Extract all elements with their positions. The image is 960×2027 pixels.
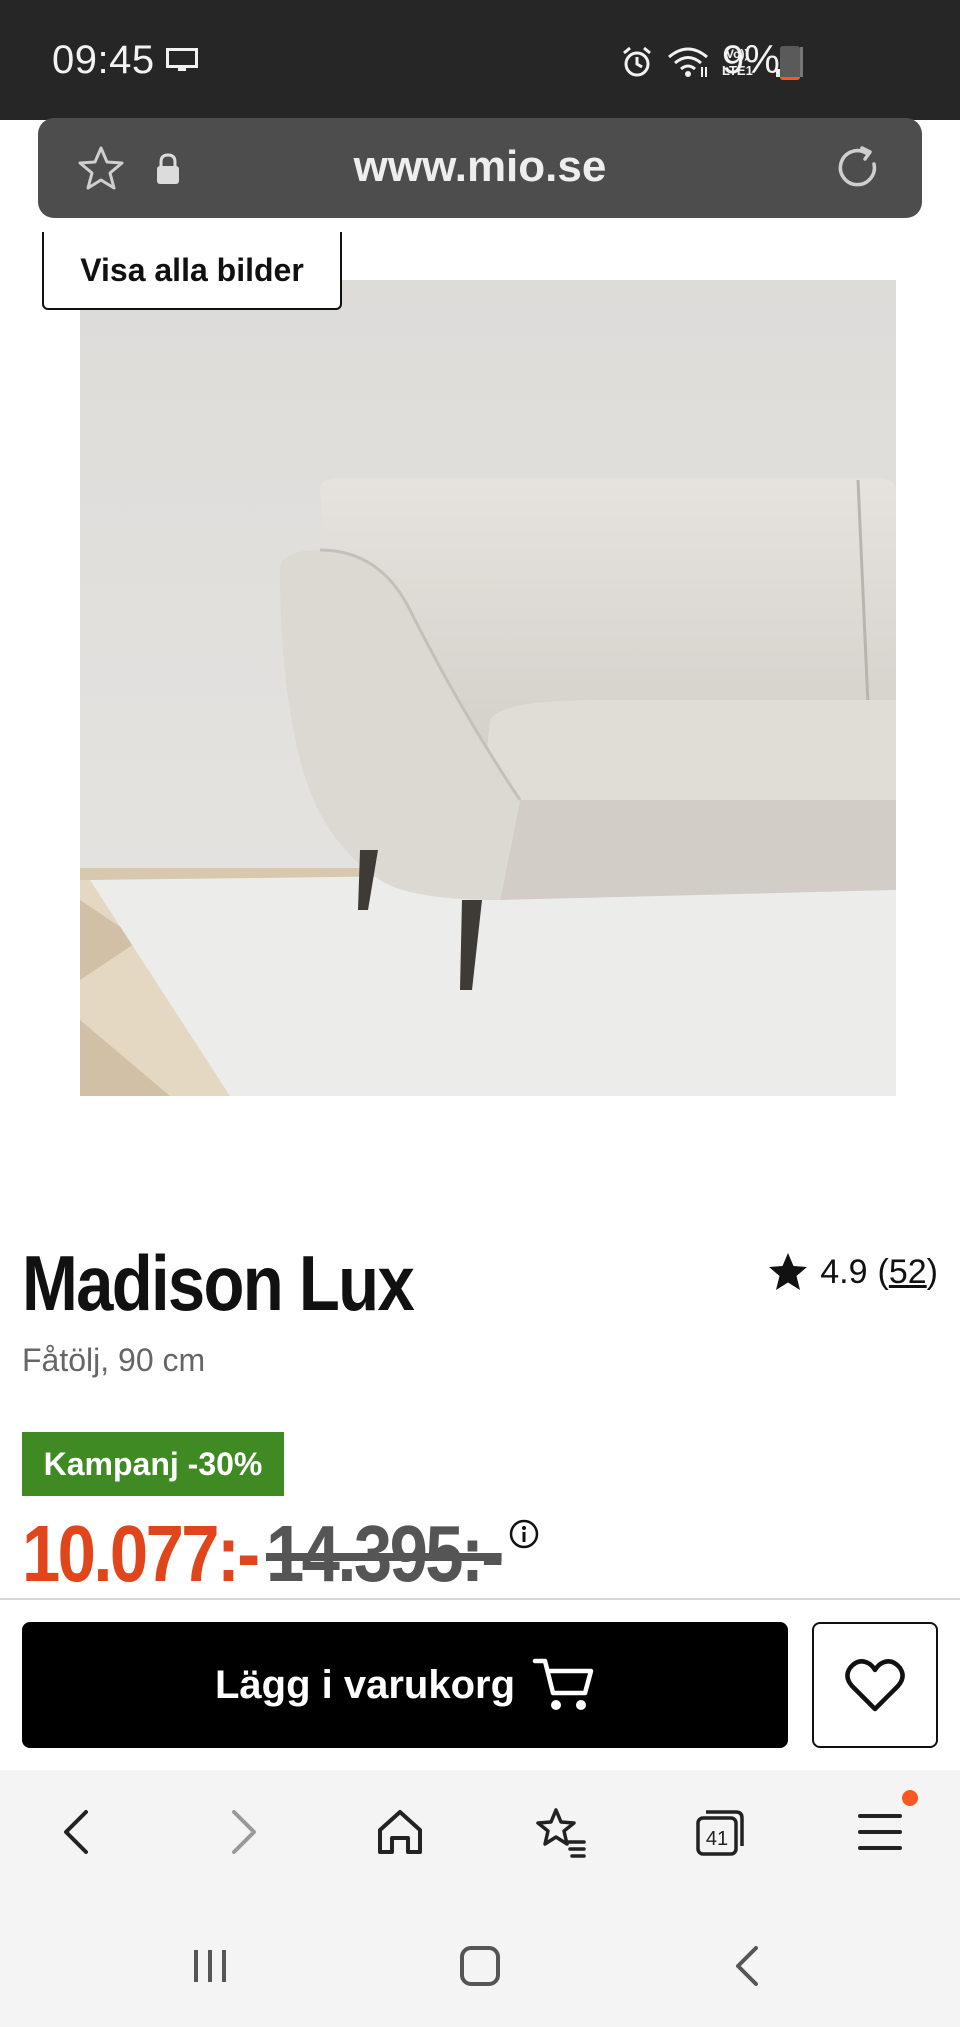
cart-icon — [532, 1658, 594, 1710]
current-price: 10.077:- — [22, 1509, 260, 1596]
tabs-icon: 41 — [696, 1810, 744, 1856]
original-price: 14.395:- — [266, 1509, 504, 1596]
back-chevron-icon — [736, 1946, 758, 1986]
battery-icon — [780, 46, 800, 80]
review-count-link[interactable]: 52 — [889, 1253, 927, 1291]
reload-icon[interactable] — [832, 142, 884, 194]
add-to-cart-button[interactable]: Lägg i varukorg — [22, 1622, 788, 1748]
wifi-icon — [668, 47, 708, 77]
system-back-button[interactable] — [720, 1938, 776, 1994]
back-button[interactable] — [46, 1800, 110, 1864]
home-icon — [378, 1810, 422, 1854]
bookmarks-button[interactable] — [528, 1800, 592, 1864]
notification-dot — [902, 1790, 918, 1806]
recent-apps-button[interactable] — [182, 1938, 238, 1994]
show-all-images-button[interactable]: Visa alla bilder — [42, 232, 342, 310]
add-to-cart-label: Lägg i varukorg — [214, 1662, 516, 1707]
rating-star-icon — [769, 1253, 808, 1290]
armchair-photo — [80, 280, 896, 1096]
address-bar[interactable]: www.mio.se — [38, 118, 922, 218]
forward-button[interactable] — [210, 1800, 274, 1864]
price-row: 10.077:- 14.395:- — [22, 1508, 942, 1596]
divider — [0, 1598, 960, 1600]
rating-open-paren: ( — [877, 1252, 889, 1291]
tab-count: 41 — [706, 1828, 728, 1850]
home-button[interactable] — [368, 1800, 432, 1864]
status-time: 09:45 — [52, 38, 155, 82]
battery-level — [780, 76, 800, 80]
status-bar: 09:45 Vo)) LTE1 9% — [0, 0, 960, 120]
menu-button[interactable] — [848, 1790, 918, 1864]
review-count-wrapper[interactable]: (52) — [878, 1253, 938, 1292]
square-home-icon — [460, 1946, 500, 1986]
tabs-button[interactable]: 41 — [688, 1800, 752, 1864]
system-home-button[interactable] — [452, 1938, 508, 1994]
heart-icon — [845, 1659, 905, 1712]
bookmarks-star-list-icon — [536, 1808, 586, 1858]
product-subtitle: Fåtölj, 90 cm — [22, 1342, 206, 1378]
system-navigation-bar — [0, 1900, 960, 2027]
battery-percent: 9% — [722, 38, 780, 82]
chevron-right-icon — [232, 1810, 256, 1854]
url-text[interactable]: www.mio.se — [38, 142, 922, 192]
product-title: Madison Lux — [22, 1239, 415, 1327]
product-rating[interactable]: 4.9 (52) — [766, 1250, 938, 1294]
alarm-icon — [623, 46, 651, 77]
screen-cast-icon — [166, 48, 198, 71]
info-icon[interactable] — [508, 1518, 540, 1550]
product-image[interactable] — [80, 280, 896, 1096]
chevron-left-icon — [64, 1810, 88, 1854]
add-to-wishlist-button[interactable] — [812, 1622, 938, 1748]
rating-close-paren: ) — [926, 1252, 938, 1291]
recent-apps-icon — [194, 1950, 226, 1982]
hamburger-menu-icon — [858, 1814, 902, 1850]
campaign-badge: Kampanj -30% — [22, 1432, 284, 1496]
browser-toolbar: 41 — [0, 1770, 960, 1900]
rating-value: 4.9 — [820, 1252, 868, 1291]
